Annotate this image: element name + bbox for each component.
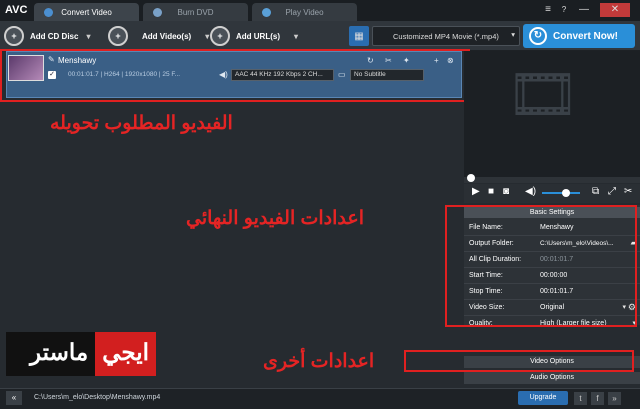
fullscreen-icon[interactable]: ⤢ — [608, 186, 616, 197]
seek-bar[interactable] — [464, 174, 640, 183]
convert-icon — [44, 8, 53, 17]
tab-label: Burn DVD — [177, 7, 214, 17]
convert-now-button[interactable]: ↻ Convert Now! — [523, 24, 635, 48]
minimize-button[interactable]: — — [576, 3, 592, 17]
annotation-box-options — [404, 350, 634, 372]
profile-label: Customized MP4 Movie (*.mp4) — [393, 31, 499, 41]
tab-convert-video[interactable]: Convert Video — [34, 3, 139, 21]
convert-label: Convert Now! — [553, 30, 618, 42]
annotation-video: الفيديو المطلوب تحويله — [50, 113, 233, 134]
volume-icon[interactable]: ◀) — [525, 186, 536, 197]
add-url-label: Add URL(s) — [236, 31, 280, 41]
audio-options-button[interactable]: Audio Options — [464, 372, 640, 384]
chevron-down-icon[interactable]: ▾ — [294, 32, 298, 41]
expand-icon[interactable]: » — [608, 392, 621, 405]
facebook-icon[interactable]: f — [591, 392, 604, 405]
chevron-down-icon: ▾ — [511, 30, 515, 39]
cd-icon: + — [4, 26, 24, 46]
play-icon[interactable]: ▶ — [472, 186, 480, 197]
upgrade-button[interactable]: Upgrade — [518, 391, 568, 405]
annotation-box-video — [0, 49, 470, 102]
brand-part-a: ايجي — [95, 332, 156, 376]
trim-icon[interactable]: ✂ — [624, 186, 632, 197]
disc-icon — [153, 8, 162, 17]
volume-slider[interactable] — [542, 189, 580, 197]
close-button[interactable]: ✕ — [600, 3, 630, 17]
brand-part-b: ماستر — [29, 339, 89, 365]
film-reel-icon: 🎞 — [506, 62, 580, 127]
output-path: C:\Users\m_elo\Desktop\Menshawy.mp4 — [34, 394, 161, 401]
stop-icon[interactable]: ■ — [488, 186, 494, 197]
add-cd-label: Add CD Disc — [30, 31, 79, 41]
collapse-icon[interactable]: « — [6, 391, 22, 405]
film-reel-icon: + — [108, 26, 128, 46]
tab-label: Convert Video — [61, 7, 112, 17]
add-video-label: Add Video(s) — [142, 31, 192, 41]
output-profile-select[interactable]: ▦ Customized MP4 Movie (*.mp4) ▾ — [349, 26, 520, 46]
refresh-icon: ↻ — [529, 27, 547, 45]
annotation-settings: اعدادات الفيديو النهائي — [186, 208, 365, 229]
add-cd-button[interactable]: + Add CD Disc ▾ — [4, 24, 90, 48]
copy-icon[interactable]: ⧉ — [592, 186, 599, 197]
play-icon — [262, 8, 271, 17]
tab-burn-dvd[interactable]: Burn DVD — [143, 3, 248, 21]
info-icon[interactable]: ? — [556, 3, 572, 17]
tab-label: Play Video — [285, 7, 324, 17]
brand-logo: ايجي ماستر — [6, 332, 156, 376]
app-logo: AVC — [5, 4, 28, 16]
menu-icon[interactable]: ≡ — [540, 3, 556, 17]
annotation-box-settings — [445, 205, 637, 327]
annotation-other: اعدادات أخرى — [263, 351, 375, 372]
film-icon: ▦ — [349, 26, 369, 46]
add-url-button[interactable]: + Add URL(s) ▾ — [210, 24, 298, 48]
tab-play-video[interactable]: Play Video — [252, 3, 357, 21]
twitter-icon[interactable]: t — [574, 392, 587, 405]
link-icon: + — [210, 26, 230, 46]
chevron-down-icon[interactable]: ▾ — [205, 32, 209, 41]
camera-icon[interactable]: ◙ — [503, 186, 509, 197]
chevron-down-icon[interactable]: ▾ — [86, 32, 90, 41]
add-video-button[interactable]: + Add Video(s) ▾ — [108, 24, 209, 48]
